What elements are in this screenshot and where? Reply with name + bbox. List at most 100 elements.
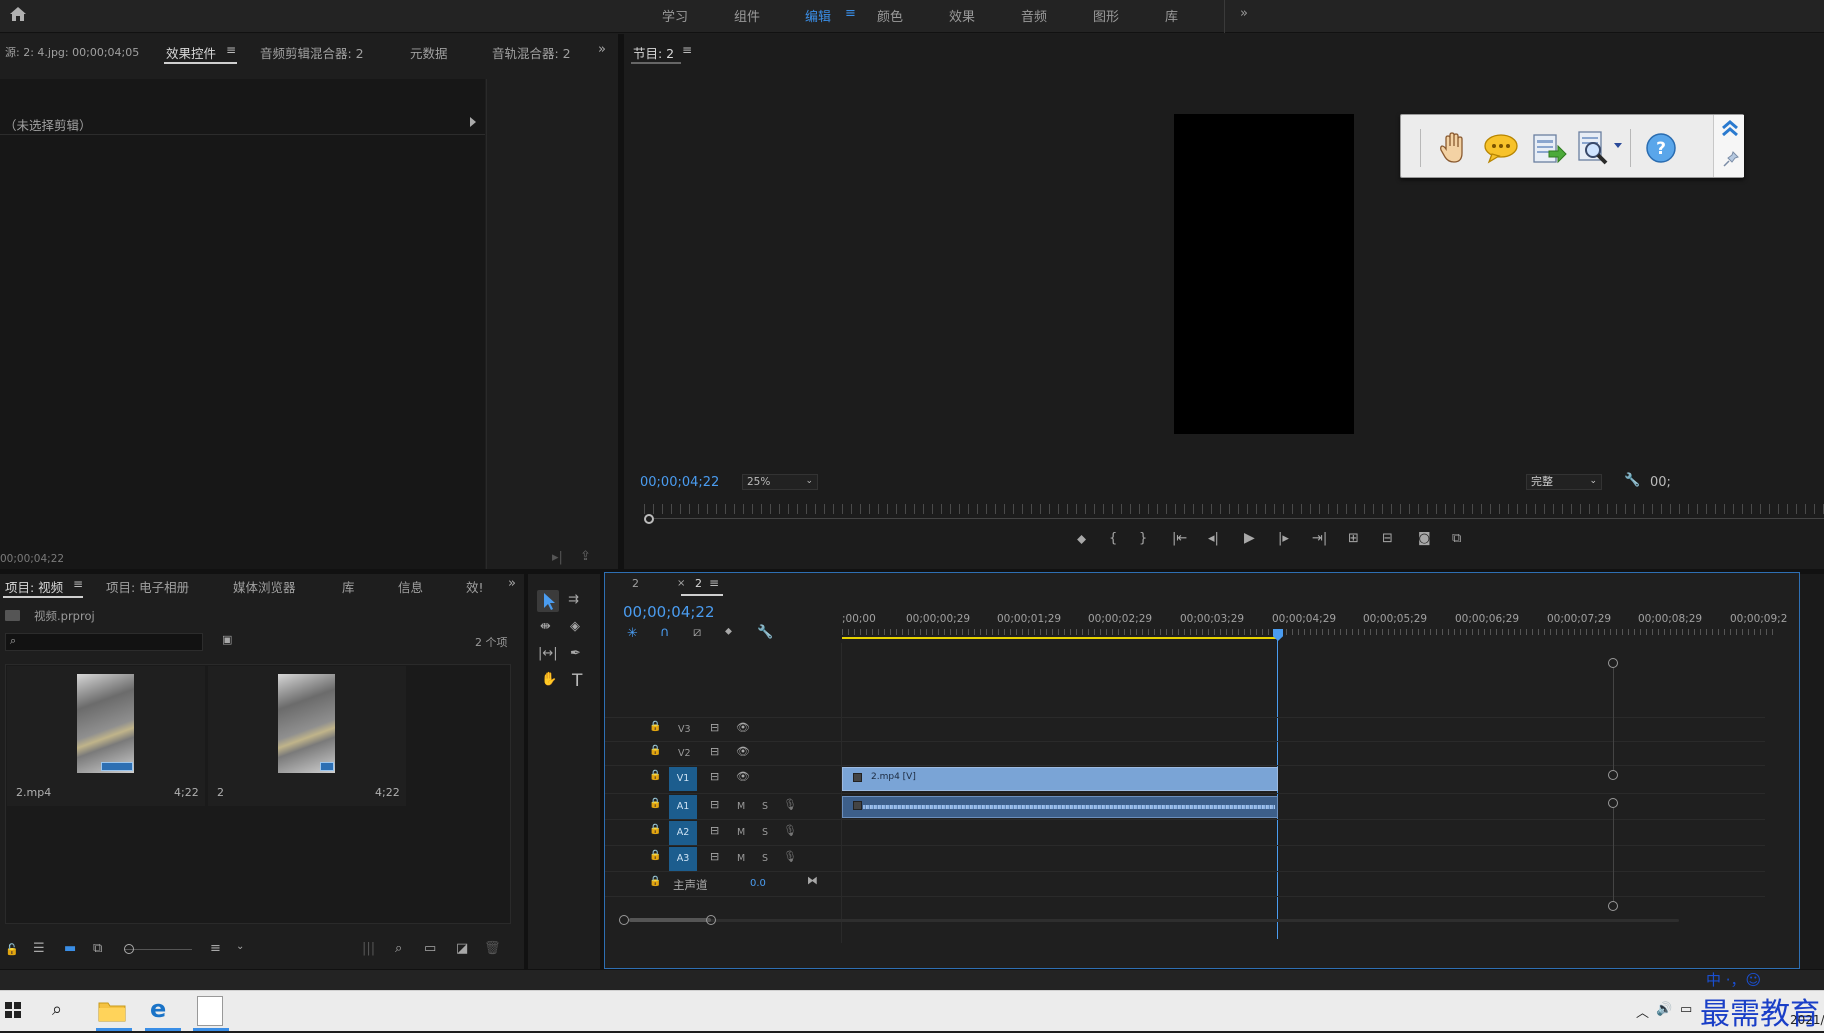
collapse-up-icon[interactable] bbox=[1720, 119, 1740, 139]
sync-lock-icon[interactable]: ⊟ bbox=[710, 799, 719, 810]
icon-view-icon[interactable]: ▬ bbox=[64, 942, 76, 955]
chevron-down-icon[interactable]: ⌄ bbox=[236, 942, 244, 952]
lock-icon[interactable]: 🔒 bbox=[649, 851, 661, 861]
track-label-a2[interactable]: A2 bbox=[669, 821, 697, 845]
search-input[interactable]: ⌕ bbox=[5, 633, 203, 651]
master-end-icon[interactable]: ⧓ bbox=[807, 875, 818, 886]
export-icon[interactable]: ⇪ bbox=[580, 550, 591, 563]
tab-sequence-closed[interactable]: 2 bbox=[632, 577, 639, 590]
solo-button[interactable]: S bbox=[762, 853, 768, 864]
tab-media-browser[interactable]: 媒体浏览器 bbox=[233, 577, 296, 596]
lift-icon[interactable]: ⊞ bbox=[1348, 532, 1359, 545]
eye-icon[interactable]: 👁 bbox=[736, 771, 750, 782]
timeline-settings-icon[interactable]: 🔧 bbox=[757, 626, 773, 639]
tab-effect-controls[interactable]: 效果控件 bbox=[166, 43, 216, 62]
tray-chevron-icon[interactable]: ︿ bbox=[1636, 1002, 1649, 1021]
help-icon[interactable]: ? bbox=[1645, 132, 1677, 164]
track-label-a1[interactable]: A1 bbox=[669, 795, 697, 819]
find-icon[interactable]: ⌕ bbox=[395, 942, 402, 955]
workspace-effects[interactable]: 效果 bbox=[949, 6, 975, 25]
tab-menu-icon[interactable]: ≡ bbox=[226, 43, 236, 57]
ripple-edit-tool-icon[interactable]: ⇼ bbox=[540, 620, 551, 633]
trash-icon[interactable]: 🗑 bbox=[484, 942, 501, 955]
lock-icon[interactable]: 🔒 bbox=[649, 799, 661, 809]
h-scroll-thumb[interactable] bbox=[629, 918, 711, 922]
video-clip[interactable]: 2.mp4 [V] bbox=[842, 767, 1278, 791]
eye-icon[interactable]: 👁 bbox=[736, 746, 750, 757]
freeform-view-icon[interactable]: ⧉ bbox=[93, 942, 102, 955]
workspace-graphics[interactable]: 图形 bbox=[1093, 6, 1119, 25]
workspace-learn[interactable]: 学习 bbox=[662, 6, 688, 25]
tab-source[interactable]: 源: 2: 4.jpg: 00;00;04;05 bbox=[5, 44, 139, 60]
track-select-tool-icon[interactable]: ⇉ bbox=[568, 593, 579, 606]
selection-tool-icon[interactable] bbox=[537, 590, 559, 612]
step-back-icon[interactable]: ◂| bbox=[1208, 532, 1219, 545]
workspace-assembly[interactable]: 组件 bbox=[734, 6, 760, 25]
pen-tool-icon[interactable]: ✒ bbox=[570, 647, 581, 660]
track-label-a3[interactable]: A3 bbox=[669, 847, 697, 871]
mic-icon[interactable]: 🎙 bbox=[783, 825, 797, 836]
program-title[interactable]: 节目: 2 bbox=[633, 43, 674, 62]
sort-icon[interactable]: ≡ bbox=[210, 942, 221, 955]
sync-lock-icon[interactable]: ⊟ bbox=[710, 851, 719, 862]
compare-icon[interactable]: ⧉ bbox=[1452, 532, 1461, 545]
h-scroll-right[interactable] bbox=[706, 915, 716, 925]
add-marker-icon[interactable]: ⬥ bbox=[725, 627, 732, 637]
workspace-editing[interactable]: 编辑 bbox=[805, 6, 831, 25]
tab-audio-clip-mixer[interactable]: 音频剪辑混合器: 2 bbox=[260, 43, 364, 62]
play-icon[interactable]: ▶ bbox=[1244, 531, 1255, 545]
scroll-handle-bottom[interactable] bbox=[1608, 901, 1618, 911]
go-to-in-icon[interactable]: |⇤ bbox=[1172, 532, 1187, 545]
snap-icon[interactable]: ∩ bbox=[660, 626, 670, 639]
list-view-icon[interactable]: ☰ bbox=[33, 942, 45, 955]
scroll-handle-mid2[interactable] bbox=[1608, 798, 1618, 808]
type-tool-icon[interactable]: T bbox=[572, 671, 582, 691]
timeline-timecode[interactable]: 00;00;04;22 bbox=[623, 603, 715, 621]
find-doc-icon[interactable] bbox=[1576, 129, 1612, 167]
h-scroll-bar[interactable] bbox=[629, 919, 1679, 922]
track-label-v3[interactable]: V3 bbox=[678, 724, 691, 735]
media-item[interactable]: 2.mp4 4;22 bbox=[7, 666, 205, 806]
lock-icon[interactable]: 🔒 bbox=[649, 825, 661, 835]
hand-tool-icon[interactable] bbox=[1438, 131, 1468, 165]
eye-icon[interactable]: 👁 bbox=[736, 722, 750, 733]
solo-button[interactable]: S bbox=[762, 801, 768, 812]
quality-select[interactable]: 完整 ⌄ bbox=[1526, 474, 1602, 490]
step-forward-icon[interactable]: |▸ bbox=[1278, 532, 1289, 545]
work-area-bar[interactable] bbox=[842, 637, 1277, 639]
razor-tool-icon[interactable]: ◈ bbox=[570, 620, 580, 633]
project-menu-icon[interactable]: ≡ bbox=[73, 577, 83, 591]
zoom-select[interactable]: 25% ⌄ bbox=[742, 474, 818, 490]
new-search-bin-icon[interactable]: ▣ bbox=[222, 634, 232, 645]
time-ruler[interactable]: ;00;00 00;00;00;29 00;00;01;29 00;00;02;… bbox=[842, 603, 1787, 643]
lock-icon[interactable]: 🔒 bbox=[649, 746, 661, 756]
tab-audio-track-mixer[interactable]: 音轨混合器: 2 bbox=[492, 43, 571, 62]
search-icon[interactable]: ⌕ bbox=[52, 999, 62, 1020]
sync-lock-icon[interactable]: ⊟ bbox=[710, 825, 719, 836]
mic-icon[interactable]: 🎙 bbox=[783, 799, 797, 810]
workspace-menu-icon[interactable]: ≡ bbox=[845, 6, 856, 21]
workspace-color[interactable]: 颜色 bbox=[877, 6, 903, 25]
mark-in-icon[interactable]: { bbox=[1109, 532, 1117, 545]
mute-button[interactable]: M bbox=[737, 801, 745, 812]
program-menu-icon[interactable]: ≡ bbox=[682, 43, 692, 57]
tab-info[interactable]: 信息 bbox=[398, 577, 423, 596]
nest-toggle-icon[interactable]: ✳ bbox=[627, 627, 638, 640]
play-audio-icon[interactable]: ▸| bbox=[552, 551, 563, 564]
file-explorer-icon[interactable] bbox=[97, 999, 127, 1023]
track-label-v1[interactable]: V1 bbox=[669, 767, 697, 791]
lock-icon[interactable]: 🔒 bbox=[649, 877, 661, 887]
expand-arrow-icon[interactable] bbox=[470, 117, 476, 127]
master-volume-value[interactable]: 0.0 bbox=[750, 878, 766, 889]
mute-button[interactable]: M bbox=[737, 853, 745, 864]
scroll-handle-top[interactable] bbox=[1608, 658, 1618, 668]
program-scrub-ruler[interactable] bbox=[644, 504, 1824, 514]
network-icon[interactable]: ▭ bbox=[1680, 1002, 1692, 1017]
solo-button[interactable]: S bbox=[762, 827, 768, 838]
workspace-audio[interactable]: 音频 bbox=[1021, 6, 1047, 25]
extract-icon[interactable]: ⊟ bbox=[1382, 532, 1393, 545]
edge-browser-icon[interactable]: e bbox=[150, 995, 166, 1023]
add-marker-icon[interactable]: ⬥ bbox=[1077, 533, 1086, 546]
project-more-icon[interactable]: » bbox=[508, 577, 516, 590]
workspace-libraries[interactable]: 库 bbox=[1165, 6, 1178, 25]
